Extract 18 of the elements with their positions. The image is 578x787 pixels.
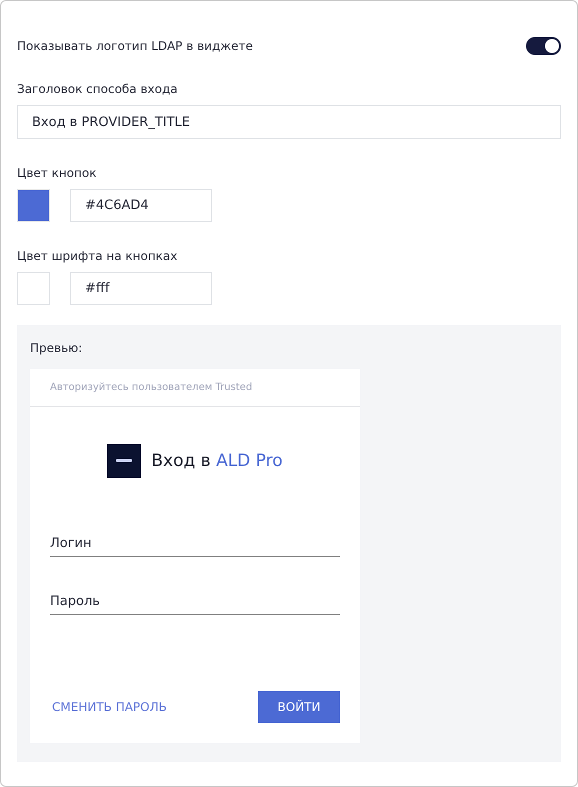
show-logo-toggle[interactable]	[526, 37, 561, 55]
field-label: Заголовок способа входа	[17, 82, 179, 96]
login-field[interactable]: Логин	[50, 521, 340, 557]
color-input[interactable]: #fff	[70, 272, 212, 305]
login-field[interactable]: Пароль	[50, 579, 340, 615]
preview-label: Превью:	[30, 341, 84, 355]
change-password-link[interactable]: СМЕНИТЬ ПАРОЛЬ	[50, 700, 169, 714]
color-swatch[interactable]	[17, 272, 50, 305]
color-swatch[interactable]	[17, 189, 50, 222]
show-logo-label: Показывать логотип LDAP в виджете	[17, 39, 253, 53]
title-input[interactable]: Вход в PROVIDER_TITLE	[17, 105, 561, 139]
field-label: Цвет кнопок	[17, 166, 98, 180]
field-label: Цвет шрифта на кнопках	[17, 249, 178, 263]
color-input[interactable]: #4C6AD4	[70, 189, 212, 222]
widget-title: Вход в ALD Pro	[151, 451, 283, 471]
widget-header-text: Авторизуйтесь пользователем Trusted	[50, 382, 252, 393]
logo-icon	[107, 444, 142, 478]
login-button[interactable]: ВОЙТИ	[258, 691, 340, 723]
